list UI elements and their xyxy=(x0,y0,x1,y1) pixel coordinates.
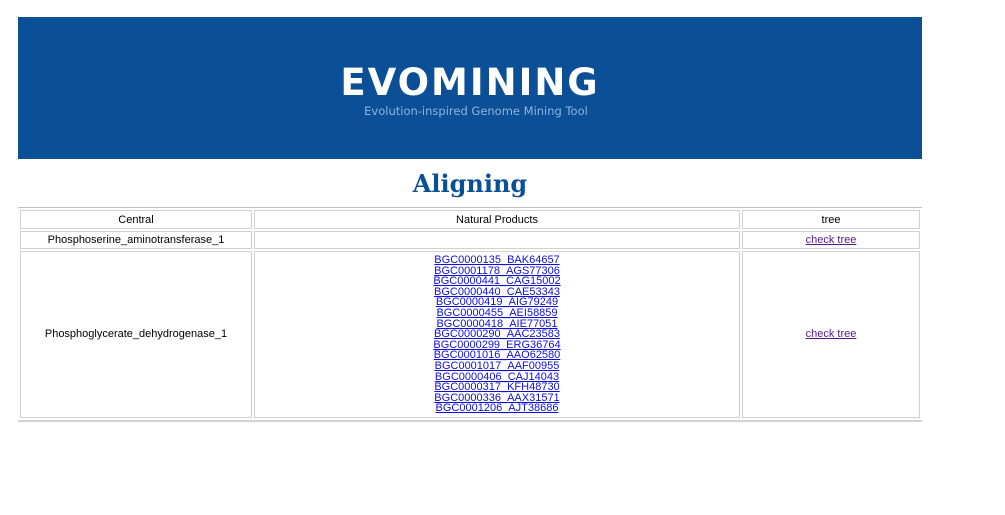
tree-cell: check tree xyxy=(742,251,920,418)
central-cell: Phosphoglycerate_dehydrogenase_1 xyxy=(20,251,252,418)
logo-title: EVOMINING xyxy=(340,60,600,104)
natural-product-link[interactable]: BGC0000135_BAK64657 xyxy=(259,255,735,266)
logo-subtitle: Evolution-inspired Genome Mining Tool xyxy=(364,103,588,118)
tree-cell: check tree xyxy=(742,231,920,249)
column-header-tree: tree xyxy=(742,210,920,229)
natural-products-cell: BGC0000135_BAK64657 BGC0001178_AGS77306 … xyxy=(254,251,740,418)
central-cell: Phosphoserine_aminotransferase_1 xyxy=(20,231,252,249)
table-row: Phosphoserine_aminotransferase_1 check t… xyxy=(20,231,920,249)
banner: EVOMINING Evolution-inspired Genome Mini… xyxy=(18,17,922,159)
column-header-natural-products: Natural Products xyxy=(254,210,740,229)
results-table-container: Central Natural Products tree Phosphoser… xyxy=(18,207,922,422)
natural-products-list: BGC0000135_BAK64657 BGC0001178_AGS77306 … xyxy=(259,252,735,417)
page-title: Aligning xyxy=(412,169,528,198)
column-header-central: Central xyxy=(20,210,252,229)
natural-product-link[interactable]: BGC0001017_AAF00955 xyxy=(259,361,735,372)
natural-product-link[interactable]: BGC0001206_AJT38686 xyxy=(259,403,735,414)
natural-product-link[interactable]: BGC0000455_AEI58859 xyxy=(259,308,735,319)
check-tree-link[interactable]: check tree xyxy=(806,234,857,246)
table-row: Phosphoglycerate_dehydrogenase_1 BGC0000… xyxy=(20,251,920,418)
check-tree-link[interactable]: check tree xyxy=(806,328,857,340)
results-table: Central Natural Products tree Phosphoser… xyxy=(18,207,922,422)
table-header-row: Central Natural Products tree xyxy=(20,210,920,229)
natural-products-cell xyxy=(254,231,740,249)
